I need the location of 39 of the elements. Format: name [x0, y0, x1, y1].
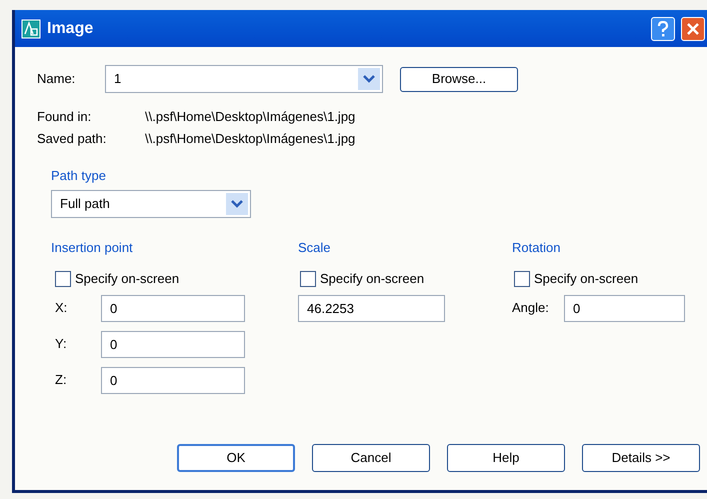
close-icon	[686, 22, 700, 36]
text-field[interactable]: 46.2253	[298, 294, 445, 322]
chevron-down-icon	[226, 192, 248, 214]
chevron-down-icon	[358, 68, 380, 90]
dialog-button[interactable]: Help	[447, 444, 565, 472]
field-label: Name:	[37, 70, 76, 88]
help-button[interactable]	[651, 16, 675, 40]
text-field[interactable]: 0	[101, 330, 245, 358]
section-title: Path type	[51, 167, 107, 185]
field-label: Y:	[54, 335, 68, 354]
field-label: Z:	[54, 371, 68, 390]
field-label: X:	[54, 299, 68, 318]
close-button[interactable]	[681, 16, 705, 40]
dialog-button[interactable]: Cancel	[312, 444, 430, 472]
browse-button[interactable]: Browse...	[400, 66, 518, 92]
app-icon	[21, 18, 41, 38]
checkbox-label: Specify on-screen	[534, 270, 638, 288]
dialog-button[interactable]: Details >>	[582, 444, 700, 472]
dropdown-field[interactable]: 1	[105, 65, 383, 93]
section-title: Insertion point	[51, 238, 134, 257]
checkbox-label: Specify on-screen	[320, 270, 424, 288]
text-field[interactable]: 0	[101, 294, 245, 322]
path-text: \\.psf\Home\Desktop\Imágenes\1.jpg	[145, 130, 356, 148]
field-label: Saved path:	[37, 130, 108, 148]
checkbox[interactable]	[300, 270, 316, 287]
checkbox-label: Specify on-screen	[75, 270, 180, 288]
text-field[interactable]: 0	[101, 366, 245, 394]
dialog-button[interactable]: OK	[177, 444, 295, 472]
field-label: Found in:	[37, 108, 92, 126]
window-title: Image	[47, 18, 94, 38]
section-title: Scale	[298, 238, 332, 256]
text-field[interactable]: 0	[564, 294, 685, 322]
field-label: Angle:	[512, 299, 550, 318]
path-text: \\.psf\Home\Desktop\Imágenes\1.jpg	[145, 108, 356, 126]
checkbox[interactable]	[55, 270, 71, 287]
checkbox[interactable]	[514, 270, 530, 287]
section-title: Rotation	[512, 238, 562, 256]
question-icon	[657, 20, 669, 36]
dropdown-field[interactable]: Full path	[51, 190, 251, 218]
